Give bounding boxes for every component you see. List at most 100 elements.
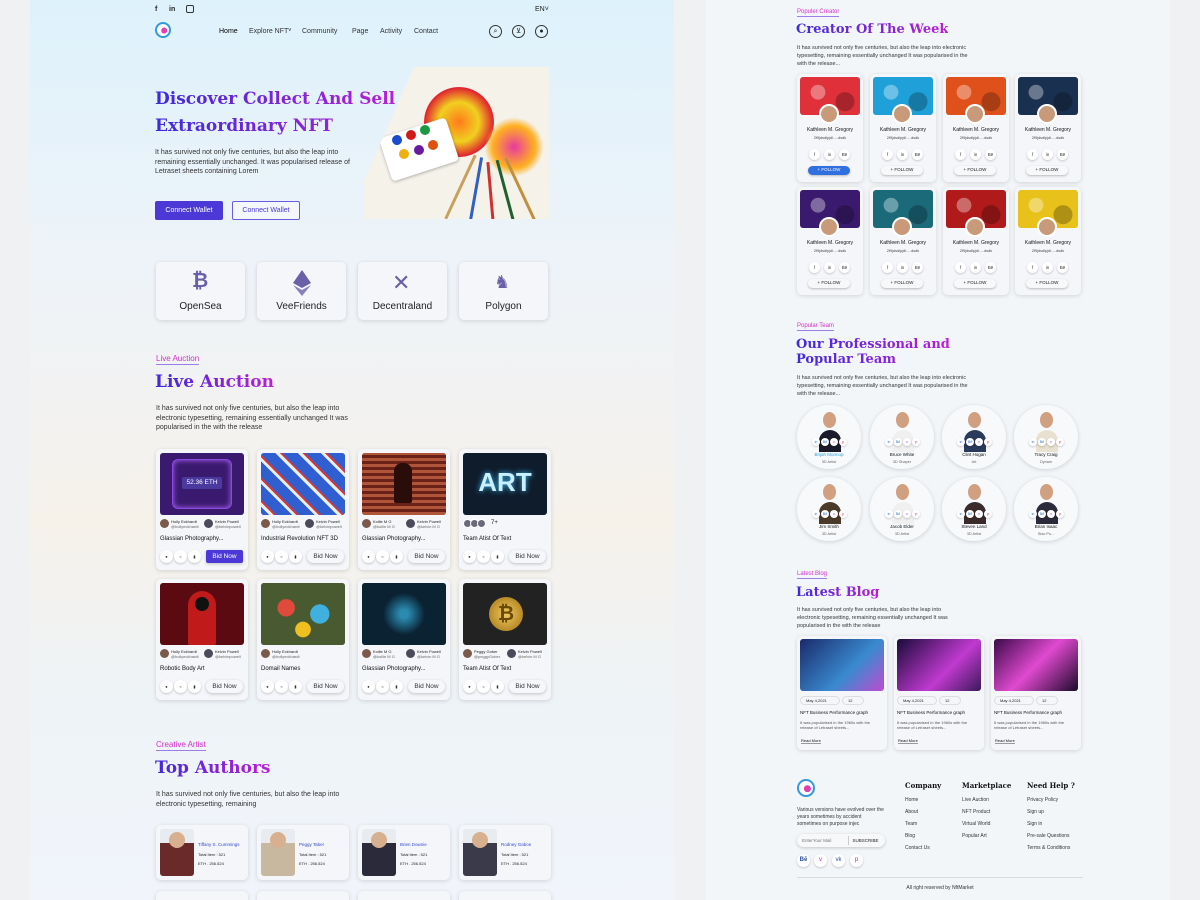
vimeo-icon[interactable]: v <box>975 510 983 518</box>
author-card[interactable]: Rodney Gabon Total Item : 521 ETH . 256.52… <box>459 825 551 880</box>
linkedin-icon[interactable]: in <box>897 149 908 160</box>
search-icon[interactable]: ⌕ <box>489 25 502 38</box>
creator-card[interactable]: Kathleen M. Gregory 2f9jdsdlpjdl.....dsdk… <box>943 187 1009 295</box>
facebook-icon[interactable]: f <box>155 6 157 13</box>
blog-card[interactable]: May 4,2021 12 NFT Business Performance gra… <box>894 636 984 750</box>
team-member-card[interactable]: in Bē v p Jacob Elder 3D Artist <box>870 477 934 541</box>
share-icon[interactable]: < <box>376 680 389 693</box>
dot-icon[interactable]: ● <box>160 550 173 563</box>
team-member-card[interactable]: in Bē v p Clint Hogan Art <box>942 405 1006 469</box>
facebook-icon[interactable]: f <box>1027 149 1038 160</box>
author-card[interactable]: Peggy Taber Total Item : 521 ETH . 256.524 <box>257 825 349 880</box>
linkedin-icon[interactable]: in <box>1029 510 1037 518</box>
linkedin-icon[interactable]: in <box>970 149 981 160</box>
share-icon[interactable]: < <box>477 680 490 693</box>
linkedin-icon[interactable]: in <box>824 149 835 160</box>
behance-icon[interactable]: Bē <box>912 262 923 273</box>
follow-button[interactable]: + FOLLOW <box>954 166 996 175</box>
linkedin-icon[interactable]: in <box>897 262 908 273</box>
footer-link[interactable]: Live Auction <box>962 797 989 803</box>
blog-card[interactable]: May 4,2021 12 NFT Business Performance gra… <box>991 636 1081 750</box>
behance-icon[interactable]: Bē <box>912 149 923 160</box>
bid-now-button[interactable]: Bid Now <box>206 550 243 563</box>
vimeo-icon[interactable]: v <box>903 510 911 518</box>
footer-link[interactable]: Blog <box>905 833 915 839</box>
share-icon[interactable]: < <box>174 680 187 693</box>
vimeo-icon[interactable]: v <box>814 854 827 867</box>
behance-icon[interactable]: Bē <box>985 149 996 160</box>
linkedin-icon[interactable]: in <box>812 438 820 446</box>
behance-icon[interactable]: Bē <box>894 510 902 518</box>
linkedin-icon[interactable]: in <box>1042 262 1053 273</box>
linkedin-icon[interactable]: in <box>885 438 893 446</box>
linkedin-icon[interactable]: in <box>885 510 893 518</box>
partner-card-decentraland[interactable]: ✕ Decentraland <box>358 262 447 320</box>
footer-link[interactable]: NFT Product <box>962 809 990 815</box>
bookmark-icon[interactable]: ▮ <box>390 680 403 693</box>
dot-icon[interactable]: ● <box>463 680 476 693</box>
creator-card[interactable]: Kathleen M. Gregory 2f9jdsdlpjdl.....dsdk… <box>943 74 1009 182</box>
behance-icon[interactable]: Bē <box>966 510 974 518</box>
bookmark-icon[interactable]: ▮ <box>491 680 504 693</box>
connect-wallet-button[interactable]: Connect Wallet <box>155 201 223 220</box>
footer-link[interactable]: Home <box>905 797 918 803</box>
auction-card[interactable]: Holly Eckhardt @hollyeckhardt Kelvin Powel… <box>156 579 248 700</box>
pinterest-icon[interactable]: p <box>850 854 863 867</box>
team-member-card[interactable]: in Bē v p Steven Land 3D Artist <box>942 477 1006 541</box>
facebook-icon[interactable]: f <box>809 262 820 273</box>
nav-page[interactable]: Page <box>352 28 368 35</box>
linkedin-icon[interactable]: in <box>169 6 175 13</box>
behance-icon[interactable]: Bē <box>1057 149 1068 160</box>
creator-card[interactable]: Kathleen M. Gregory 2f9jdsdlpjdl.....dsdk… <box>1015 74 1081 182</box>
dot-icon[interactable]: ● <box>463 550 476 563</box>
team-member-card[interactable]: in Bē v p Bruce White 3D Shaper <box>870 405 934 469</box>
follow-button[interactable]: + FOLLOW <box>881 166 923 175</box>
behance-icon[interactable]: Bē <box>797 854 810 867</box>
creator-card[interactable]: Kathleen M. Gregory 2f9jdsdlpjdl.....dsdk… <box>797 74 863 182</box>
nav-community[interactable]: Community <box>302 28 337 35</box>
team-member-card[interactable]: in Bē v p Brian Isaac Stac Pu... <box>1014 477 1078 541</box>
team-member-card[interactable]: in Bē v p Tracy Craig Dynam <box>1014 405 1078 469</box>
share-icon[interactable]: < <box>275 550 288 563</box>
follow-button[interactable]: + FOLLOW <box>808 166 850 175</box>
creator-card[interactable]: Kathleen M. Gregory 2f9jdsdlpjdl.....dsdk… <box>870 187 936 295</box>
footer-link[interactable]: About <box>905 809 918 815</box>
auction-card[interactable]: ₿ Peggy Gober @peggyGober Kelvin Powell @kel… <box>459 579 551 700</box>
nav-contact[interactable]: Contact <box>414 28 438 35</box>
facebook-icon[interactable]: f <box>1027 262 1038 273</box>
auction-card[interactable]: Kollie M G @kollie M G Kelvin Powell @kelvi… <box>358 449 450 570</box>
dot-icon[interactable]: ● <box>362 550 375 563</box>
footer-link[interactable]: Team <box>905 821 917 827</box>
bid-now-button[interactable]: Bid Now <box>408 680 445 693</box>
bookmark-icon[interactable]: ▮ <box>390 550 403 563</box>
bookmark-icon[interactable]: ▮ <box>188 550 201 563</box>
auction-card[interactable]: Holly Eckhardt @hollyeckhardt Domail Names… <box>257 579 349 700</box>
linkedin-icon[interactable]: in <box>824 262 835 273</box>
creator-card[interactable]: Kathleen M. Gregory 2f9jdsdlpjdl.....dsdk… <box>797 187 863 295</box>
behance-icon[interactable]: Bē <box>839 149 850 160</box>
site-logo[interactable] <box>155 22 171 38</box>
facebook-icon[interactable]: f <box>882 262 893 273</box>
bid-now-button[interactable]: Bid Now <box>408 550 445 563</box>
auction-card[interactable]: Holly Eckhardt @hollyeckhardt Kelvin Powel… <box>257 449 349 570</box>
vk-icon[interactable]: vk <box>832 854 845 867</box>
follow-button[interactable]: + FOLLOW <box>808 279 850 288</box>
auction-card[interactable]: ART 7+ Team Atist Of Text ● < ▮ Bid Now <box>459 449 551 570</box>
pinterest-icon[interactable]: p <box>984 510 992 518</box>
vimeo-icon[interactable]: v <box>1047 510 1055 518</box>
share-icon[interactable]: < <box>477 550 490 563</box>
pinterest-icon[interactable]: p <box>1056 510 1064 518</box>
behance-icon[interactable]: Bē <box>894 438 902 446</box>
bid-now-button[interactable]: Bid Now <box>509 680 546 693</box>
footer-link[interactable]: Pre-sale Questions <box>1027 833 1070 839</box>
blog-card[interactable]: May 4,2021 12 NFT Business Performance gra… <box>797 636 887 750</box>
bookmark-icon[interactable]: ▮ <box>289 680 302 693</box>
behance-icon[interactable]: Bē <box>839 262 850 273</box>
footer-link[interactable]: Popular Art <box>962 833 987 839</box>
linkedin-icon[interactable]: in <box>957 510 965 518</box>
linkedin-icon[interactable]: in <box>957 438 965 446</box>
dot-icon[interactable]: ● <box>362 680 375 693</box>
follow-button[interactable]: + FOLLOW <box>1026 279 1068 288</box>
read-more-link[interactable]: Read More <box>898 738 918 744</box>
behance-icon[interactable]: Bē <box>985 262 996 273</box>
